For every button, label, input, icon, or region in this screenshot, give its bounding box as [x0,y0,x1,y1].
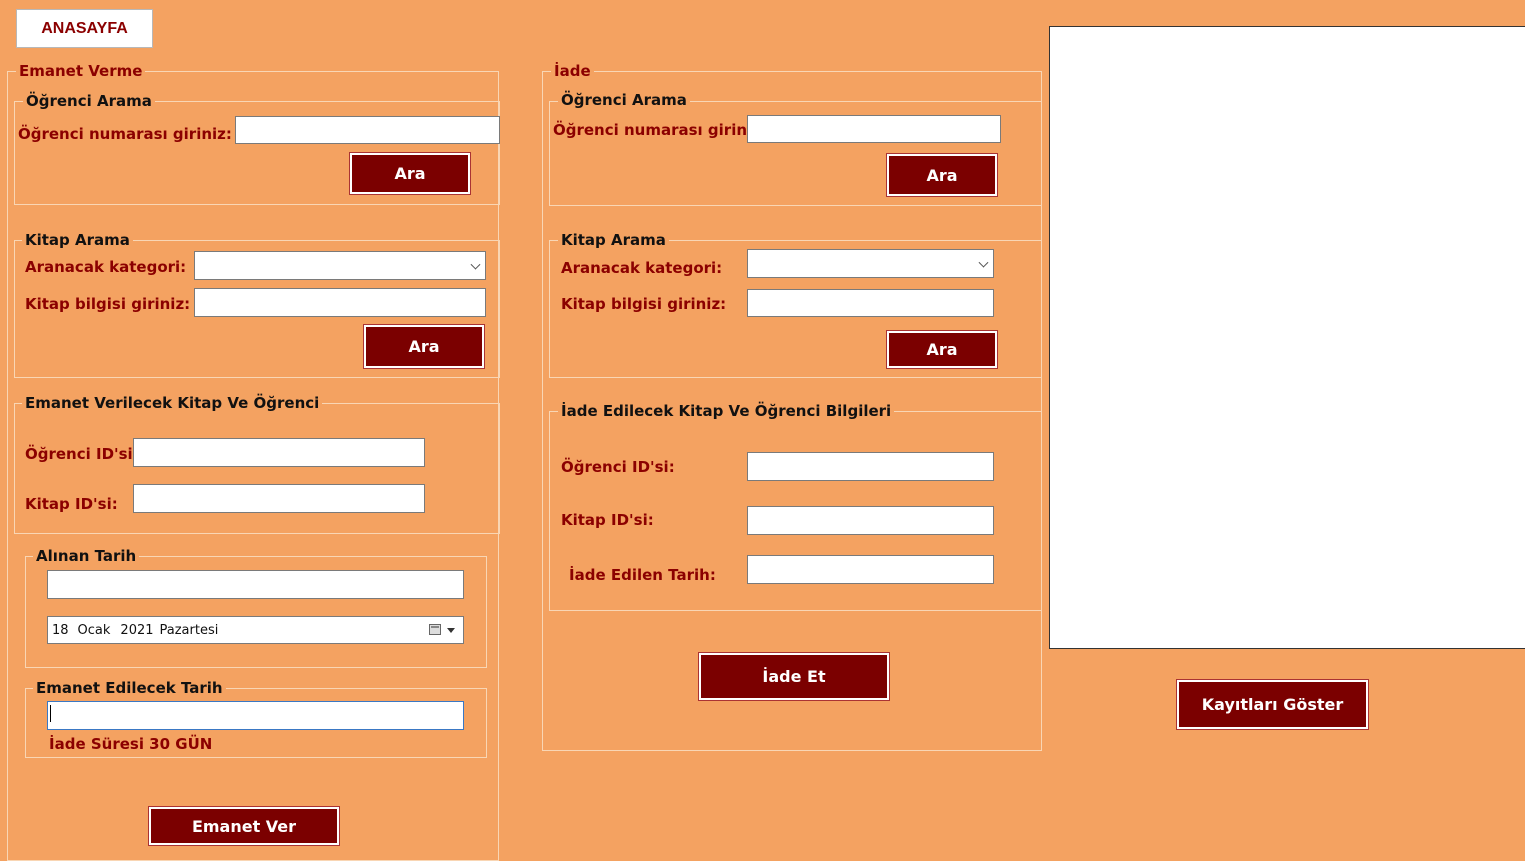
emanet-selection-title: Emanet Verilecek Kitap Ve Öğrenci [22,395,323,411]
emanet-student-number-input[interactable] [235,116,500,144]
show-records-button[interactable]: Kayıtları Göster [1176,679,1369,730]
taken-date-picker[interactable]: 18 Ocak 2021 Pazartesi [47,616,464,644]
emanet-category-select[interactable] [194,251,486,280]
home-button[interactable]: ANASAYFA [16,9,153,48]
chevron-down-icon [470,259,481,270]
iade-student-id-label: Öğrenci ID'si: [561,458,675,476]
emanet-student-search-title: Öğrenci Arama [23,93,155,109]
taken-date-input[interactable] [47,570,464,599]
iade-category-select[interactable] [747,249,994,278]
date-month: Ocak [77,622,111,638]
iade-book-id-label: Kitap ID'si: [561,511,654,529]
emanet-book-info-input[interactable] [194,288,486,317]
date-weekday: Pazartesi [159,622,219,638]
iade-return-date-input[interactable] [747,555,994,584]
emanet-student-search-button[interactable]: Ara [349,152,471,195]
iade-submit-button[interactable]: İade Et [698,652,890,701]
emanet-submit-button[interactable]: Emanet Ver [148,806,340,846]
dropdown-arrow-icon [447,628,455,633]
iade-book-info-input[interactable] [747,289,994,317]
calendar-icon [429,624,441,635]
date-day: 18 [52,622,69,638]
emanet-book-info-label: Kitap bilgisi giriniz: [25,295,191,313]
records-panel[interactable] [1049,26,1525,649]
date-year: 2021 [120,622,154,638]
iade-group-title: İade [551,63,594,79]
iade-book-info-label: Kitap bilgisi giriniz: [561,295,727,313]
iade-category-label: Aranacak kategori: [561,259,723,277]
iade-details-title: İade Edilecek Kitap Ve Öğrenci Bilgileri [558,403,895,419]
emanet-book-id-input[interactable] [133,484,425,513]
emanet-student-id-input[interactable] [133,438,425,467]
due-date-input[interactable] [47,701,464,730]
iade-student-search-button[interactable]: Ara [886,153,998,197]
emanet-student-number-label: Öğrenci numarası giriniz: [18,125,232,143]
emanet-category-label: Aranacak kategori: [25,258,187,276]
emanet-book-id-label: Kitap ID'si: [25,495,118,513]
iade-book-search-button[interactable]: Ara [886,330,998,369]
iade-student-number-label: Öğrenci numarası giriniz: [553,121,767,139]
chevron-down-icon [978,257,989,268]
return-period-note: İade Süresi 30 GÜN [49,735,213,753]
iade-student-number-input[interactable] [747,115,1001,143]
iade-return-date-label: İade Edilen Tarih: [569,566,716,584]
iade-book-id-input[interactable] [747,506,994,535]
iade-student-id-input[interactable] [747,452,994,481]
text-caret [50,705,51,722]
emanet-book-search-button[interactable]: Ara [363,324,485,369]
iade-student-search-title: Öğrenci Arama [558,92,690,108]
iade-book-search-title: Kitap Arama [558,232,669,248]
emanet-book-search-title: Kitap Arama [22,232,133,248]
due-date-title: Emanet Edilecek Tarih [33,680,226,696]
emanet-selection-group [14,403,500,534]
emanet-group-title: Emanet Verme [16,63,146,79]
taken-date-title: Alınan Tarih [33,548,140,564]
emanet-student-id-label: Öğrenci ID'si [25,445,133,463]
